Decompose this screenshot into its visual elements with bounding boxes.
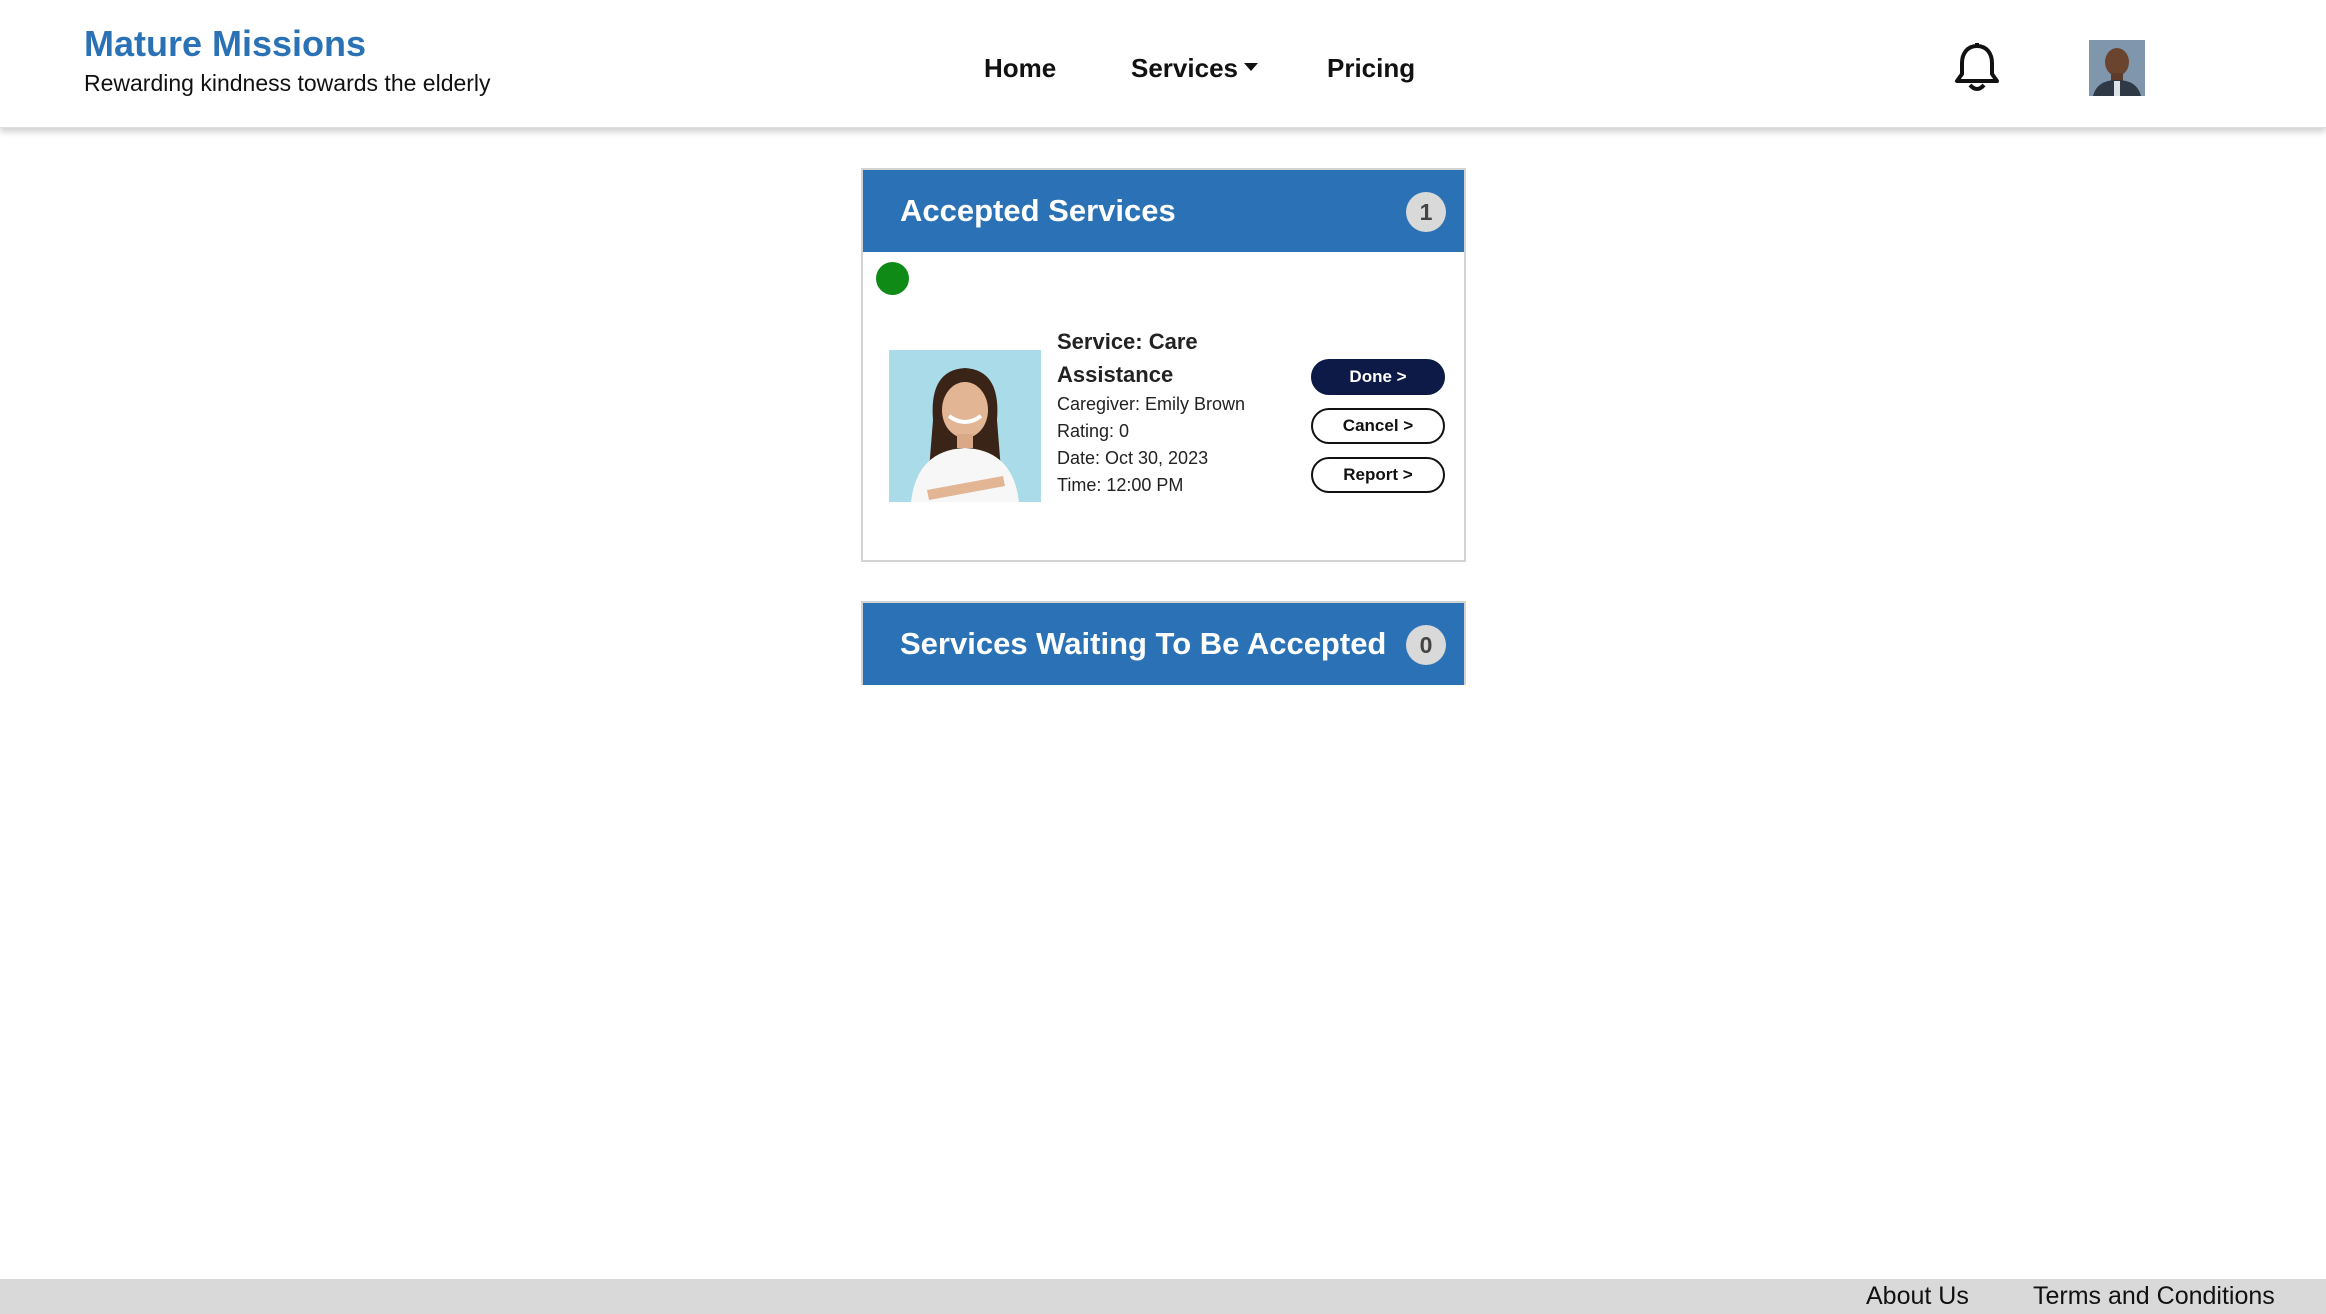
accepted-services-title: Accepted Services [900, 193, 1176, 228]
waiting-services-header[interactable]: Services Waiting To Be Accepted 0 [863, 603, 1464, 685]
accepted-count-badge: 1 [1406, 192, 1446, 232]
nav-services-dropdown[interactable]: Services [1131, 50, 1258, 86]
caregiver-photo [889, 350, 1041, 502]
waiting-services-title: Services Waiting To Be Accepted [900, 626, 1387, 661]
about-us-link[interactable]: About Us [1866, 1279, 1969, 1314]
report-button[interactable]: Report > [1311, 457, 1445, 493]
service-date: Date: Oct 30, 2023 [1057, 448, 1209, 468]
accepted-services-panel: Accepted Services 1 Service: Care Assist… [861, 168, 1466, 562]
done-button[interactable]: Done > [1311, 359, 1445, 395]
top-navbar: Mature Missions Rewarding kindness towar… [0, 0, 2326, 128]
nav-pricing-link[interactable]: Pricing [1327, 50, 1415, 86]
caregiver-name: Caregiver: Emily Brown [1057, 394, 1246, 414]
footer: About Us Terms and Conditions [0, 1279, 2326, 1314]
nav-services-label: Services [1131, 53, 1238, 83]
service-name: Service: Care Assistance [1057, 329, 1198, 387]
bell-icon[interactable] [1954, 42, 2000, 94]
caret-down-icon [1243, 63, 1258, 72]
accepted-services-header: Accepted Services 1 [863, 170, 1464, 252]
service-details: Service: Care Assistance Caregiver: Emil… [1057, 325, 1247, 499]
caregiver-rating: Rating: 0 [1057, 421, 1130, 441]
waiting-services-panel: Services Waiting To Be Accepted 0 [861, 601, 1466, 685]
terms-link[interactable]: Terms and Conditions [2033, 1279, 2275, 1314]
status-indicator-dot [876, 262, 909, 295]
nav-home-link[interactable]: Home [984, 50, 1056, 86]
avatar[interactable] [2089, 40, 2145, 96]
service-time: Time: 12:00 PM [1057, 475, 1184, 495]
waiting-count-badge: 0 [1406, 625, 1446, 665]
cancel-button[interactable]: Cancel > [1311, 408, 1445, 444]
